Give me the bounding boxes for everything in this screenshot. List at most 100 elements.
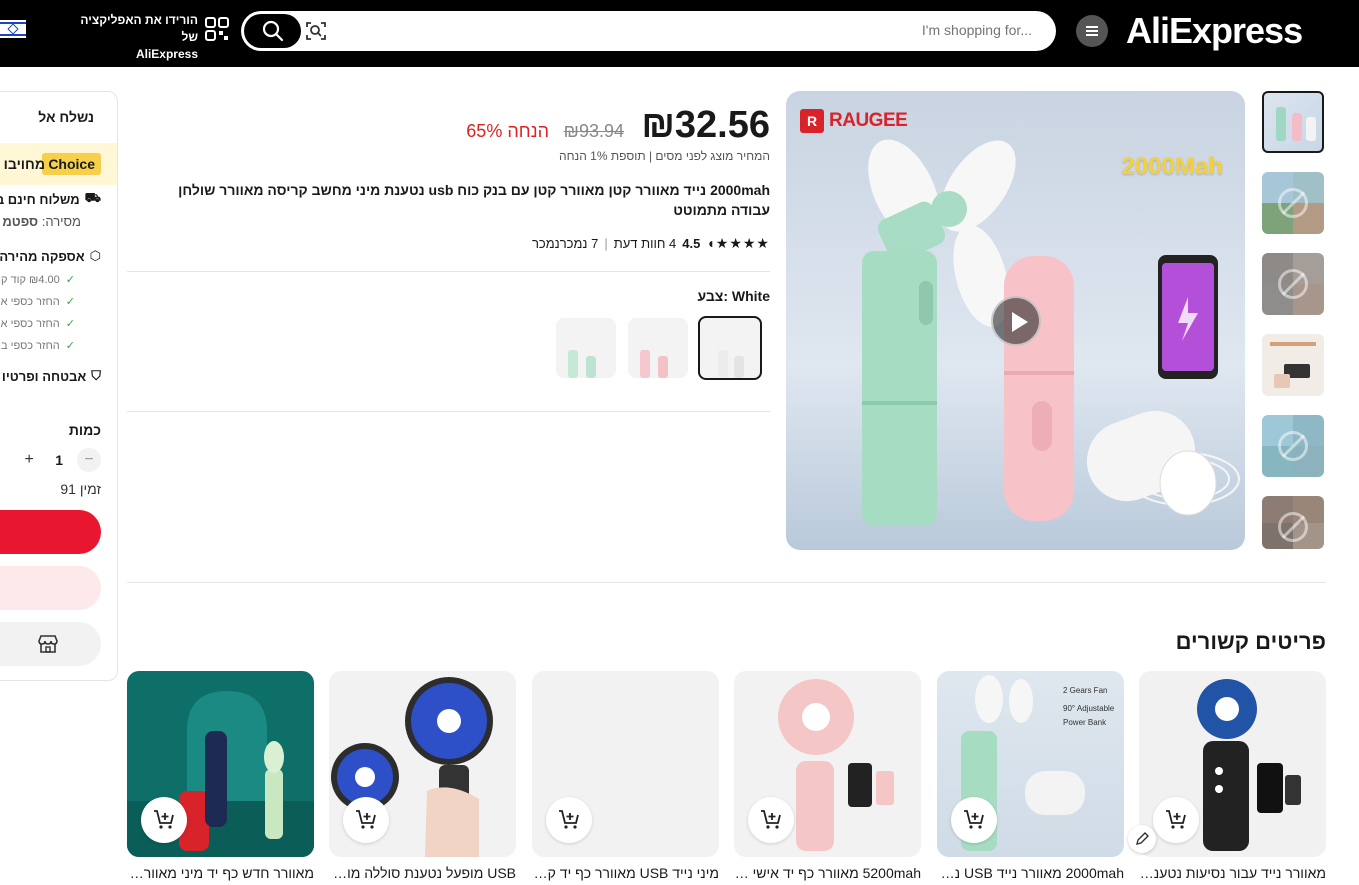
- color-swatch-white[interactable]: [698, 316, 762, 380]
- quantity-decrease-button[interactable]: −: [77, 448, 101, 472]
- store-button[interactable]: [0, 622, 101, 666]
- svg-text:2 Gears Fan: 2 Gears Fan: [1063, 686, 1107, 695]
- related-item-image[interactable]: [734, 671, 921, 857]
- related-item-image[interactable]: [127, 671, 314, 857]
- search-bar: [241, 11, 1056, 51]
- related-item-title[interactable]: 5200mah מאוורר כף יד אישי מ...: [734, 865, 921, 881]
- star-rating-icon: ★★★★◖: [706, 235, 770, 251]
- divider: |: [604, 236, 608, 251]
- thumbnail-5[interactable]: [1262, 415, 1324, 477]
- benefit-text: החזר כספי ב: [1, 340, 60, 352]
- menu-button[interactable]: [1076, 15, 1108, 47]
- related-item[interactable]: USB מופעל נטענת סוללה מופעל...: [329, 671, 516, 881]
- related-item-image[interactable]: [532, 671, 719, 857]
- related-item[interactable]: 5200mah מאוורר כף יד אישי מ...: [734, 671, 921, 881]
- box-icon: ⬡: [89, 248, 101, 263]
- cart-add-icon: [559, 810, 579, 829]
- choice-badge: Choice: [42, 153, 101, 175]
- sold-count: 7 נמכרנמכר: [531, 236, 599, 251]
- related-item-title[interactable]: מאוורר נייד עבור נסיעות נטענת מ...: [1139, 865, 1326, 881]
- delivery-row: מסירה: ספטמ: [2, 214, 81, 229]
- app-promo-line1: הורידו את האפליקציה של: [80, 13, 198, 44]
- add-to-cart-button[interactable]: [546, 797, 592, 843]
- review-count[interactable]: 4 חוות דעת: [614, 236, 677, 251]
- benefit-item: ✓ ₪4.00 קוד קו: [0, 273, 75, 286]
- color-swatch-pink[interactable]: [628, 318, 688, 378]
- cart-add-icon: [964, 810, 984, 829]
- israel-flag-icon[interactable]: [0, 20, 26, 38]
- search-button[interactable]: [244, 14, 301, 48]
- pencil-icon: [1136, 832, 1149, 845]
- add-to-cart-button[interactable]: [343, 797, 389, 843]
- related-item-title[interactable]: מאוורר חדש כף יד מיני מאוורר ק...: [127, 865, 314, 881]
- ship-to-label[interactable]: נשלח אל: [38, 109, 94, 125]
- main-product-image[interactable]: R RAUGEE 2000Mah: [786, 91, 1245, 550]
- svg-text:Power Bank: Power Bank: [1063, 718, 1107, 727]
- benefit-text: החזר כספי אם: [0, 318, 60, 330]
- benefit-text: החזר כספי אם: [0, 296, 60, 308]
- related-item-title[interactable]: 2000mah מאוורר נייד USB נט...: [937, 865, 1124, 881]
- color-swatch-green[interactable]: [556, 318, 616, 378]
- thumbnail-2[interactable]: [1262, 172, 1324, 234]
- quantity-value[interactable]: 1: [55, 452, 63, 468]
- security-row[interactable]: ⛉ אבטחה ופרטיו: [2, 368, 101, 384]
- security-text: אבטחה ופרטיו: [1, 368, 87, 384]
- top-bar: AliExpress הורידו את האפליקציה של AliExp…: [0, 0, 1359, 67]
- buy-now-button[interactable]: [0, 510, 101, 554]
- store-icon: [38, 635, 58, 653]
- free-shipping-text: משלוח חינם ב: [0, 191, 80, 207]
- thumbnail-4[interactable]: [1262, 334, 1324, 396]
- quantity-stepper: − 1 +: [17, 448, 101, 472]
- fast-delivery-text: אספקה מהירה: [0, 248, 85, 264]
- benefit-text: ₪4.00 קוד קו: [0, 274, 60, 286]
- check-icon: ✓: [65, 274, 75, 286]
- choice-text: מחויבו: [3, 156, 45, 172]
- related-item[interactable]: מיני נייד USB מאוורר כף יד קטן...: [532, 671, 719, 881]
- original-price: ₪93.94: [563, 121, 624, 141]
- delivery-date: ספטמ: [2, 214, 39, 229]
- search-icon: [262, 20, 284, 42]
- thumbnail-6[interactable]: [1262, 496, 1324, 549]
- app-download-promo[interactable]: הורידו את האפליקציה של AliExpress: [78, 12, 198, 63]
- related-item-image[interactable]: [1139, 671, 1326, 857]
- check-icon: ✓: [65, 296, 75, 308]
- related-item[interactable]: מאוורר נייד עבור נסיעות נטענת מ...: [1139, 671, 1326, 881]
- play-video-button[interactable]: [991, 296, 1041, 346]
- add-to-cart-button[interactable]: [951, 797, 997, 843]
- product-title: 2000mah נייד מאוורר קטן מאוורר קטן עם בנ…: [178, 182, 770, 218]
- add-to-cart-button[interactable]: [0, 566, 101, 610]
- benefit-item: ✓ החזר כספי ב: [1, 339, 75, 352]
- fast-delivery-row[interactable]: ⬡ אספקה מהירה: [0, 248, 101, 264]
- aliexpress-logo[interactable]: AliExpress: [1126, 10, 1303, 52]
- search-input[interactable]: [632, 22, 1032, 38]
- related-item-image[interactable]: 2 Gears Fan 90° Adjustable Power Bank: [937, 671, 1124, 857]
- divider: [127, 271, 770, 272]
- benefit-item: ✓ החזר כספי אם: [0, 317, 75, 330]
- hamburger-icon: [1086, 30, 1098, 32]
- thumbnail-3[interactable]: [1262, 253, 1324, 315]
- choice-banner[interactable]: Choice מחויבו: [0, 143, 117, 185]
- qr-code-icon[interactable]: [205, 17, 229, 41]
- cart-add-icon: [356, 810, 376, 829]
- related-item[interactable]: מאוורר חדש כף יד מיני מאוורר ק...: [127, 671, 314, 881]
- check-icon: ✓: [65, 318, 75, 330]
- price-note: המחיר מוצג לפני מסים | תוספת 1% הנחה: [559, 149, 770, 163]
- quantity-increase-button[interactable]: +: [17, 448, 42, 472]
- purchase-panel: נשלח אל Choice מחויבו ⛟ משלוח חינם ב מסיר…: [0, 91, 118, 681]
- rating-row[interactable]: ★★★★◖ 4.5 4 חוות דעת | 7 נמכרנמכר: [532, 235, 770, 252]
- rating-value: 4.5: [682, 236, 701, 251]
- edit-floating-button[interactable]: [1128, 825, 1156, 853]
- thumbnail-1[interactable]: [1262, 91, 1324, 153]
- cart-add-icon: [1166, 810, 1186, 829]
- related-item-image[interactable]: [329, 671, 516, 857]
- free-shipping-row[interactable]: ⛟ משלוח חינם ב: [0, 190, 101, 208]
- related-item-title[interactable]: USB מופעל נטענת סוללה מופעל...: [329, 865, 516, 881]
- image-search-icon[interactable]: [305, 20, 327, 42]
- related-item[interactable]: 2 Gears Fan 90° Adjustable Power Bank 2000…: [937, 671, 1124, 881]
- add-to-cart-button[interactable]: [748, 797, 794, 843]
- related-item-title[interactable]: מיני נייד USB מאוורר כף יד קטן...: [532, 865, 719, 881]
- quantity-label: כמות: [68, 422, 101, 438]
- add-to-cart-button[interactable]: [1153, 797, 1199, 843]
- benefit-item: ✓ החזר כספי אם: [0, 295, 75, 308]
- add-to-cart-button[interactable]: [141, 797, 187, 843]
